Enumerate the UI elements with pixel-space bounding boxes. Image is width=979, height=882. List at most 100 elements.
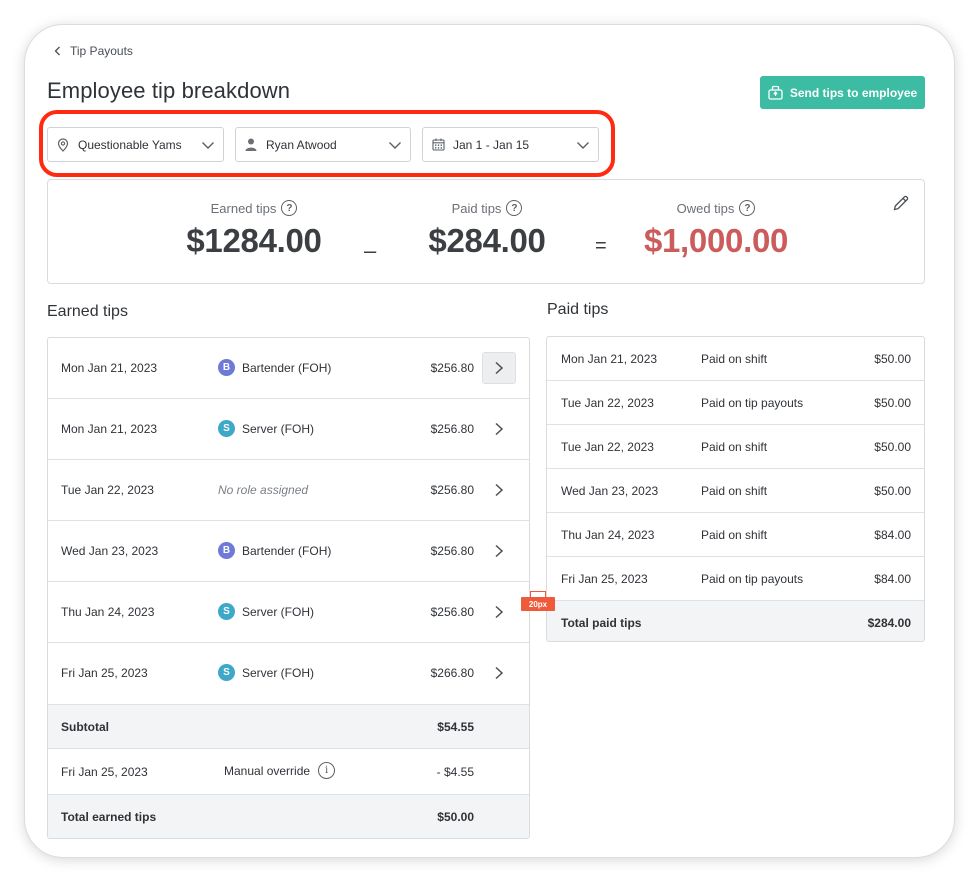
employee-select[interactable]: Ryan Atwood	[235, 127, 411, 162]
override-label: Manual override	[224, 763, 311, 778]
row-type: Paid on tip payouts	[701, 396, 804, 410]
breadcrumb[interactable]: Tip Payouts	[54, 44, 133, 58]
row-amount: $84.00	[874, 572, 911, 586]
row-role: No role assigned	[218, 483, 308, 497]
subtotal-row: Subtotal $54.55	[48, 705, 529, 749]
earned-tips-heading: Earned tips	[47, 303, 128, 320]
chevron-right-icon[interactable]	[482, 657, 516, 689]
owed-summary-value: $1,000.00	[643, 222, 789, 259]
paid-summary-value: $284.00	[428, 222, 546, 259]
row-amount: $256.80	[430, 605, 474, 619]
owed-summary: Owed tips? $1,000.00	[633, 200, 799, 260]
row-date: Mon Jan 21, 2023	[61, 361, 158, 375]
role-label: Bartender (FOH)	[242, 543, 332, 558]
row-date: Mon Jan 21, 2023	[61, 422, 158, 436]
role-badge: S	[218, 603, 235, 620]
earned-summary-value: $1284.00	[186, 222, 322, 259]
pencil-icon[interactable]	[892, 194, 910, 212]
total-paid-label: Total paid tips	[561, 616, 642, 630]
row-role: S Server (FOH)	[218, 603, 314, 620]
row-amount: $256.80	[430, 422, 474, 436]
owed-summary-label: Owed tips	[676, 200, 735, 216]
row-role: B Bartender (FOH)	[218, 359, 331, 376]
table-row: Thu Jan 24, 2023 Paid on shift $84.00	[547, 513, 924, 557]
role-label: Server (FOH)	[242, 604, 314, 619]
override-label-group: Manual override i	[224, 762, 336, 779]
row-amount: $50.00	[874, 440, 911, 454]
help-icon[interactable]: ?	[281, 200, 298, 216]
table-row[interactable]: Fri Jan 25, 2023 S Server (FOH) $266.80	[48, 643, 529, 705]
row-role: B Bartender (FOH)	[218, 542, 331, 559]
tips-summary-card: Earned tips? $1284.00 – Paid tips? $284.…	[47, 179, 925, 284]
earned-summary: Earned tips? $1284.00	[174, 200, 334, 260]
row-amount: $50.00	[874, 396, 911, 410]
table-row[interactable]: Wed Jan 23, 2023 B Bartender (FOH) $256.8…	[48, 521, 529, 582]
row-amount: $256.80	[430, 483, 474, 497]
table-row: Tue Jan 22, 2023 Paid on shift $50.00	[547, 425, 924, 469]
date-range-select[interactable]: Jan 1 - Jan 15	[422, 127, 599, 162]
chevron-right-icon[interactable]	[482, 352, 516, 384]
override-date: Fri Jan 25, 2023	[61, 765, 148, 779]
row-type: Paid on tip payouts	[701, 572, 804, 586]
row-date: Tue Jan 22, 2023	[61, 483, 154, 497]
paid-summary: Paid tips? $284.00	[413, 200, 561, 260]
row-amount: $266.80	[430, 666, 474, 680]
breadcrumb-label[interactable]: Tip Payouts	[70, 44, 133, 58]
total-paid-row: Total paid tips $284.00	[547, 601, 924, 641]
chevron-right-icon[interactable]	[482, 535, 516, 567]
total-paid-value: $284.00	[867, 616, 911, 630]
send-money-icon	[768, 85, 783, 100]
location-value: Questionable Yams	[78, 137, 182, 152]
role-badge: B	[218, 359, 235, 376]
table-row: Mon Jan 21, 2023 Paid on shift $50.00	[547, 337, 924, 381]
page-title: Employee tip breakdown	[47, 78, 291, 103]
row-date: Thu Jan 24, 2023	[61, 605, 155, 619]
override-amount: - $4.55	[436, 765, 474, 779]
table-row[interactable]: Thu Jan 24, 2023 S Server (FOH) $256.80	[48, 582, 529, 643]
role-label: Server (FOH)	[242, 665, 314, 680]
send-tips-button[interactable]: Send tips to employee	[760, 76, 925, 109]
row-date: Fri Jan 25, 2023	[61, 666, 148, 680]
row-amount: $50.00	[874, 484, 911, 498]
table-row: Tue Jan 22, 2023 Paid on tip payouts $50…	[547, 381, 924, 425]
row-type: Paid on shift	[701, 352, 768, 366]
row-date: Tue Jan 22, 2023	[561, 440, 654, 454]
date-range-value: Jan 1 - Jan 15	[453, 137, 530, 152]
location-select[interactable]: Questionable Yams	[47, 127, 224, 162]
chevron-right-icon[interactable]	[482, 413, 516, 445]
table-row[interactable]: Mon Jan 21, 2023 S Server (FOH) $256.80	[48, 399, 529, 460]
total-earned-value: $50.00	[437, 810, 474, 824]
chevron-right-icon[interactable]	[482, 596, 516, 628]
table-row[interactable]: Mon Jan 21, 2023 B Bartender (FOH) $256.8…	[48, 338, 529, 399]
row-type: Paid on shift	[701, 484, 768, 498]
paid-tips-table: Mon Jan 21, 2023 Paid on shift $50.00 Tu…	[546, 336, 925, 642]
table-row[interactable]: Tue Jan 22, 2023 No role assigned $256.8…	[48, 460, 529, 521]
row-date: Wed Jan 23, 2023	[61, 544, 159, 558]
chevron-down-icon	[577, 142, 589, 149]
row-date: Mon Jan 21, 2023	[561, 352, 658, 366]
spacing-annotation-tag: 20px	[521, 597, 555, 611]
info-icon[interactable]: i	[318, 762, 336, 779]
help-icon[interactable]: ?	[506, 200, 523, 216]
earned-tips-table: Mon Jan 21, 2023 B Bartender (FOH) $256.8…	[47, 337, 530, 839]
role-badge: B	[218, 542, 235, 559]
help-icon[interactable]: ?	[739, 200, 756, 216]
employee-value: Ryan Atwood	[266, 137, 337, 152]
row-type: Paid on shift	[701, 440, 768, 454]
row-date: Tue Jan 22, 2023	[561, 396, 654, 410]
location-pin-icon	[56, 137, 70, 152]
chevron-down-icon	[202, 142, 214, 149]
row-amount: $84.00	[874, 528, 911, 542]
equals-operator: =	[595, 235, 607, 257]
row-date: Fri Jan 25, 2023	[561, 572, 648, 586]
subtotal-label: Subtotal	[61, 720, 109, 734]
row-amount: $50.00	[874, 352, 911, 366]
role-label: No role assigned	[218, 483, 309, 497]
chevron-right-icon[interactable]	[482, 474, 516, 506]
role-label: Server (FOH)	[242, 421, 314, 436]
total-earned-label: Total earned tips	[61, 810, 157, 824]
row-amount: $256.80	[430, 544, 474, 558]
paid-summary-label: Paid tips	[451, 200, 502, 216]
earned-summary-label: Earned tips	[210, 200, 277, 216]
person-icon	[244, 138, 258, 152]
